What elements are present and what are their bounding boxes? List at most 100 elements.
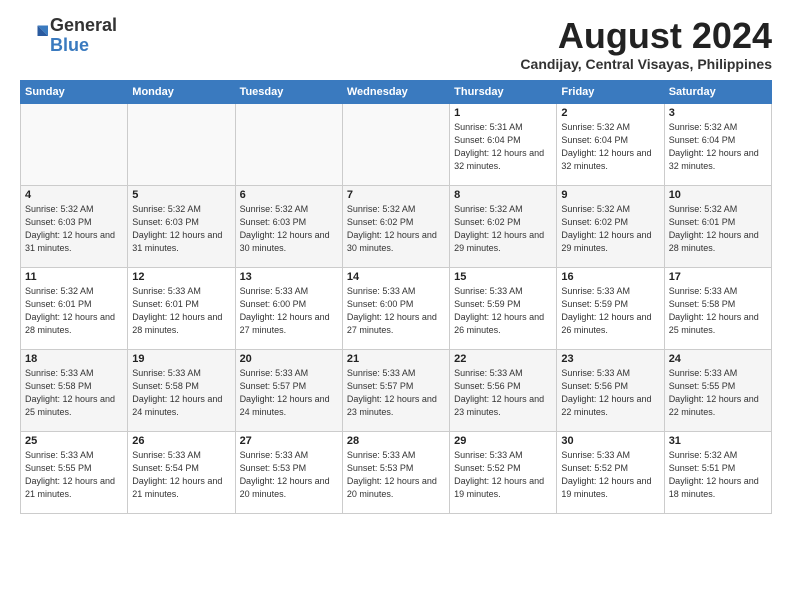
- day-number: 26: [132, 435, 230, 447]
- day-info: Sunrise: 5:33 AM Sunset: 5:55 PM Dayligh…: [669, 367, 767, 419]
- day-number: 18: [25, 353, 123, 365]
- cell-week1-day3: [342, 103, 449, 185]
- header-monday: Monday: [128, 80, 235, 103]
- week-row-1: 1 Sunrise: 5:31 AM Sunset: 6:04 PM Daylig…: [21, 103, 772, 185]
- day-number: 1: [454, 107, 552, 119]
- day-info: Sunrise: 5:33 AM Sunset: 5:56 PM Dayligh…: [561, 367, 659, 419]
- cell-week1-day1: [128, 103, 235, 185]
- day-number: 6: [240, 189, 338, 201]
- day-number: 10: [669, 189, 767, 201]
- day-info: Sunrise: 5:32 AM Sunset: 6:03 PM Dayligh…: [25, 203, 123, 255]
- header-saturday: Saturday: [664, 80, 771, 103]
- cell-week1-day5: 2 Sunrise: 5:32 AM Sunset: 6:04 PM Daylig…: [557, 103, 664, 185]
- day-number: 3: [669, 107, 767, 119]
- day-info: Sunrise: 5:32 AM Sunset: 6:04 PM Dayligh…: [669, 121, 767, 173]
- day-number: 29: [454, 435, 552, 447]
- day-number: 30: [561, 435, 659, 447]
- cell-week3-day1: 12 Sunrise: 5:33 AM Sunset: 6:01 PM Dayli…: [128, 267, 235, 349]
- cell-week5-day4: 29Sunrise: 5:33 AM Sunset: 5:52 PM Dayli…: [450, 431, 557, 513]
- day-info: Sunrise: 5:32 AM Sunset: 6:04 PM Dayligh…: [561, 121, 659, 173]
- cell-week4-day1: 19Sunrise: 5:33 AM Sunset: 5:58 PM Dayli…: [128, 349, 235, 431]
- header-wednesday: Wednesday: [342, 80, 449, 103]
- day-info: Sunrise: 5:32 AM Sunset: 6:02 PM Dayligh…: [561, 203, 659, 255]
- weekday-header-row: Sunday Monday Tuesday Wednesday Thursday…: [21, 80, 772, 103]
- cell-week3-day2: 13 Sunrise: 5:33 AM Sunset: 6:00 PM Dayli…: [235, 267, 342, 349]
- day-info: Sunrise: 5:32 AM Sunset: 6:03 PM Dayligh…: [240, 203, 338, 255]
- cell-week1-day4: 1 Sunrise: 5:31 AM Sunset: 6:04 PM Daylig…: [450, 103, 557, 185]
- header: General Blue August 2024 Candijay, Centr…: [20, 16, 772, 72]
- cell-week1-day6: 3 Sunrise: 5:32 AM Sunset: 6:04 PM Daylig…: [664, 103, 771, 185]
- cell-week5-day6: 31 Sunrise: 5:32 AM Sunset: 5:51 PM Dayli…: [664, 431, 771, 513]
- day-number: 12: [132, 271, 230, 283]
- day-number: 9: [561, 189, 659, 201]
- day-info: Sunrise: 5:33 AM Sunset: 5:59 PM Dayligh…: [561, 285, 659, 337]
- day-number: 27: [240, 435, 338, 447]
- day-number: 28: [347, 435, 445, 447]
- day-info: Sunrise: 5:32 AM Sunset: 6:02 PM Dayligh…: [454, 203, 552, 255]
- day-info: Sunrise: 5:33 AM Sunset: 5:57 PM Dayligh…: [240, 367, 338, 419]
- day-number: 4: [25, 189, 123, 201]
- cell-week2-day4: 8 Sunrise: 5:32 AM Sunset: 6:02 PM Daylig…: [450, 185, 557, 267]
- cell-week2-day5: 9 Sunrise: 5:32 AM Sunset: 6:02 PM Daylig…: [557, 185, 664, 267]
- day-info: Sunrise: 5:33 AM Sunset: 5:58 PM Dayligh…: [132, 367, 230, 419]
- day-number: 25: [25, 435, 123, 447]
- day-number: 17: [669, 271, 767, 283]
- day-number: 13: [240, 271, 338, 283]
- page: General Blue August 2024 Candijay, Centr…: [0, 0, 792, 612]
- day-number: 5: [132, 189, 230, 201]
- day-info: Sunrise: 5:32 AM Sunset: 6:01 PM Dayligh…: [25, 285, 123, 337]
- day-number: 22: [454, 353, 552, 365]
- day-number: 7: [347, 189, 445, 201]
- day-number: 24: [669, 353, 767, 365]
- title-block: August 2024 Candijay, Central Visayas, P…: [520, 16, 772, 72]
- header-friday: Friday: [557, 80, 664, 103]
- day-info: Sunrise: 5:31 AM Sunset: 6:04 PM Dayligh…: [454, 121, 552, 173]
- cell-week1-day0: [21, 103, 128, 185]
- day-number: 31: [669, 435, 767, 447]
- day-info: Sunrise: 5:33 AM Sunset: 5:55 PM Dayligh…: [25, 449, 123, 501]
- header-sunday: Sunday: [21, 80, 128, 103]
- calendar: Sunday Monday Tuesday Wednesday Thursday…: [20, 80, 772, 514]
- cell-week5-day0: 25 Sunrise: 5:33 AM Sunset: 5:55 PM Dayli…: [21, 431, 128, 513]
- cell-week2-day3: 7 Sunrise: 5:32 AM Sunset: 6:02 PM Daylig…: [342, 185, 449, 267]
- day-info: Sunrise: 5:32 AM Sunset: 6:03 PM Dayligh…: [132, 203, 230, 255]
- cell-week2-day2: 6 Sunrise: 5:32 AM Sunset: 6:03 PM Daylig…: [235, 185, 342, 267]
- cell-week5-day2: 27 Sunrise: 5:33 AM Sunset: 5:53 PM Dayli…: [235, 431, 342, 513]
- logo-general-text: General: [50, 15, 117, 35]
- cell-week5-day5: 30 Sunrise: 5:33 AM Sunset: 5:52 PM Dayli…: [557, 431, 664, 513]
- day-info: Sunrise: 5:32 AM Sunset: 5:51 PM Dayligh…: [669, 449, 767, 501]
- cell-week2-day6: 10 Sunrise: 5:32 AM Sunset: 6:01 PM Dayli…: [664, 185, 771, 267]
- location: Candijay, Central Visayas, Philippines: [520, 56, 772, 72]
- cell-week5-day3: 28 Sunrise: 5:33 AM Sunset: 5:53 PM Dayli…: [342, 431, 449, 513]
- cell-week3-day6: 17Sunrise: 5:33 AM Sunset: 5:58 PM Dayli…: [664, 267, 771, 349]
- day-info: Sunrise: 5:33 AM Sunset: 5:53 PM Dayligh…: [347, 449, 445, 501]
- day-info: Sunrise: 5:33 AM Sunset: 5:58 PM Dayligh…: [25, 367, 123, 419]
- day-info: Sunrise: 5:32 AM Sunset: 6:01 PM Dayligh…: [669, 203, 767, 255]
- day-number: 2: [561, 107, 659, 119]
- day-info: Sunrise: 5:33 AM Sunset: 5:54 PM Dayligh…: [132, 449, 230, 501]
- cell-week3-day0: 11Sunrise: 5:32 AM Sunset: 6:01 PM Dayli…: [21, 267, 128, 349]
- day-info: Sunrise: 5:33 AM Sunset: 5:59 PM Dayligh…: [454, 285, 552, 337]
- header-tuesday: Tuesday: [235, 80, 342, 103]
- cell-week3-day3: 14 Sunrise: 5:33 AM Sunset: 6:00 PM Dayli…: [342, 267, 449, 349]
- day-info: Sunrise: 5:33 AM Sunset: 6:01 PM Dayligh…: [132, 285, 230, 337]
- month-title: August 2024: [520, 16, 772, 56]
- logo-icon: [20, 22, 48, 50]
- day-number: 16: [561, 271, 659, 283]
- day-info: Sunrise: 5:33 AM Sunset: 5:52 PM Dayligh…: [561, 449, 659, 501]
- cell-week5-day1: 26 Sunrise: 5:33 AM Sunset: 5:54 PM Dayli…: [128, 431, 235, 513]
- header-thursday: Thursday: [450, 80, 557, 103]
- day-number: 21: [347, 353, 445, 365]
- day-number: 14: [347, 271, 445, 283]
- cell-week2-day1: 5 Sunrise: 5:32 AM Sunset: 6:03 PM Daylig…: [128, 185, 235, 267]
- cell-week4-day3: 21Sunrise: 5:33 AM Sunset: 5:57 PM Dayli…: [342, 349, 449, 431]
- cell-week3-day5: 16 Sunrise: 5:33 AM Sunset: 5:59 PM Dayli…: [557, 267, 664, 349]
- day-info: Sunrise: 5:32 AM Sunset: 6:02 PM Dayligh…: [347, 203, 445, 255]
- day-info: Sunrise: 5:33 AM Sunset: 6:00 PM Dayligh…: [240, 285, 338, 337]
- cell-week4-day2: 20Sunrise: 5:33 AM Sunset: 5:57 PM Dayli…: [235, 349, 342, 431]
- day-info: Sunrise: 5:33 AM Sunset: 5:56 PM Dayligh…: [454, 367, 552, 419]
- day-info: Sunrise: 5:33 AM Sunset: 5:53 PM Dayligh…: [240, 449, 338, 501]
- cell-week4-day4: 22 Sunrise: 5:33 AM Sunset: 5:56 PM Dayli…: [450, 349, 557, 431]
- day-number: 8: [454, 189, 552, 201]
- day-info: Sunrise: 5:33 AM Sunset: 6:00 PM Dayligh…: [347, 285, 445, 337]
